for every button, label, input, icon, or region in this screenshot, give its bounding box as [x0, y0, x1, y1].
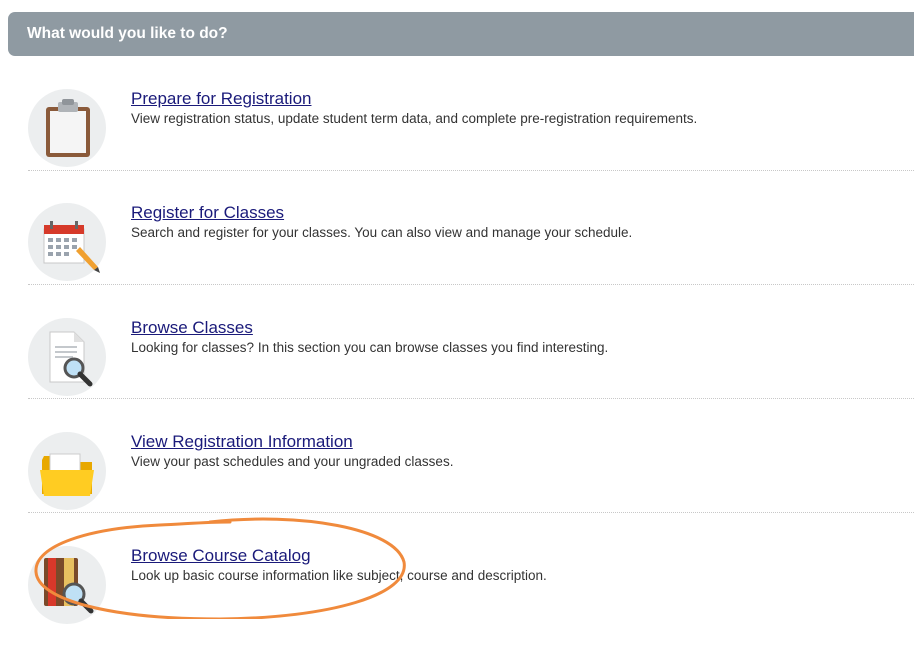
- browse-classes-description: Looking for classes? In this section you…: [131, 340, 609, 355]
- browse-course-catalog-description: Look up basic course information like su…: [131, 568, 547, 583]
- document-search-icon: [28, 318, 106, 396]
- prepare-registration-description: View registration status, update student…: [131, 111, 698, 126]
- clipboard-icon: [28, 89, 106, 167]
- list-item-register-classes: Register for Classes Search and register…: [0, 203, 914, 317]
- folder-icon: [28, 432, 106, 510]
- list-item-browse-classes: Browse Classes Looking for classes? In t…: [0, 318, 914, 432]
- browse-classes-link[interactable]: Browse Classes: [131, 318, 253, 338]
- register-classes-description: Search and register for your classes. Yo…: [131, 225, 633, 240]
- view-registration-info-link[interactable]: View Registration Information: [131, 432, 353, 452]
- view-registration-info-description: View your past schedules and your ungrad…: [131, 454, 454, 469]
- header-title: What would you like to do?: [27, 25, 228, 42]
- list-item-view-registration-info: View Registration Information View your …: [0, 432, 914, 546]
- register-classes-link[interactable]: Register for Classes: [131, 203, 284, 223]
- section-header: What would you like to do?: [8, 12, 914, 56]
- divider: [28, 170, 914, 171]
- divider: [28, 398, 914, 399]
- list-item-browse-course-catalog: Browse Course Catalog Look up basic cour…: [0, 546, 914, 660]
- browse-course-catalog-link[interactable]: Browse Course Catalog: [131, 546, 311, 566]
- divider: [28, 284, 914, 285]
- divider: [28, 512, 914, 513]
- prepare-registration-link[interactable]: Prepare for Registration: [131, 89, 311, 109]
- calendar-icon: [28, 203, 106, 281]
- list-item-prepare-registration: Prepare for Registration View registrati…: [0, 89, 914, 203]
- book-search-icon: [28, 546, 106, 624]
